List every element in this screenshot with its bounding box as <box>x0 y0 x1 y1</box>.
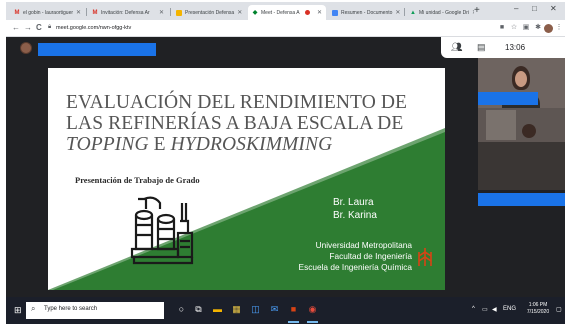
background-wall <box>486 110 516 140</box>
browser-toolbar: ← → C 🔒︎ meet.google.com/nwn-ofgg-ktv ■ … <box>6 20 565 37</box>
refinery-icon <box>130 196 194 265</box>
task-view-icon[interactable]: ⧉ <box>193 304 204 315</box>
presenter-name-redacted <box>38 43 156 56</box>
windows-start-icon[interactable]: ⊞ <box>14 305 22 316</box>
calculator-icon[interactable]: ▦ <box>231 304 242 315</box>
close-window-button[interactable]: ✕ <box>550 4 557 13</box>
chrome-icon[interactable]: ◉ <box>307 304 318 315</box>
avatar <box>20 42 32 54</box>
institution: Universidad Metropolitana Facultad de In… <box>238 240 412 273</box>
gmail-icon: M <box>92 9 98 16</box>
minimize-button[interactable]: – <box>514 4 518 13</box>
forward-button[interactable]: → <box>24 23 32 32</box>
title-topping: TOPPING <box>66 134 149 155</box>
close-icon[interactable]: ✕ <box>395 9 400 16</box>
clock-date: 7/15/2020 <box>526 309 550 315</box>
tab-label: Resumen - Documento <box>341 9 393 16</box>
camera-icon[interactable]: ■ <box>498 24 506 32</box>
title-line-1: EVALUACIÓN DEL RENDIMIENTO DE <box>66 92 408 113</box>
tab-label: Invitación: Defensa Ar <box>101 9 150 16</box>
file-explorer-icon[interactable]: ▬ <box>212 304 223 315</box>
title-line-2: LAS REFINERÍAS A BAJA ESCALA DE <box>66 113 404 134</box>
tab-meet[interactable]: ◆ Meet - Defensa A ✕ <box>248 5 326 20</box>
meet-top-bar: 👥︎ ▤ 13:06 <box>441 37 565 58</box>
notifications-icon[interactable]: ▢ <box>556 306 562 313</box>
menu-icon[interactable]: ⋮ <box>555 24 563 32</box>
university-logo <box>418 248 432 266</box>
title-conjunction: E <box>148 134 171 155</box>
participant-video-2[interactable] <box>478 108 565 144</box>
meeting-time: 13:06 <box>505 43 526 52</box>
tab-gmail-inbox[interactable]: M el gobin - lauraortiguer ✕ <box>10 5 84 20</box>
participant-video-3[interactable] <box>478 142 565 190</box>
slide-title: EVALUACIÓN DEL RENDIMIENTO DE LAS REFINE… <box>66 92 441 155</box>
close-icon[interactable]: ✕ <box>237 9 242 16</box>
office-icon[interactable]: ■ <box>288 304 299 315</box>
store-icon[interactable]: ◫ <box>250 304 261 315</box>
author-2: Br. Karina <box>333 210 377 221</box>
participant-silhouette <box>522 124 536 138</box>
close-icon[interactable]: ✕ <box>159 9 164 16</box>
tab-slides[interactable]: Presentación Defensa ✕ <box>172 5 246 20</box>
taskbar-clock[interactable]: 1:06 PM 7/15/2020 <box>521 302 555 316</box>
participant-face <box>515 71 527 87</box>
clock-time: 1:06 PM <box>528 302 548 308</box>
faculty-name: Facultad de Ingeniería <box>329 251 412 261</box>
tray-up-arrow-icon[interactable]: ^ <box>472 306 475 312</box>
maximize-button[interactable]: □ <box>532 4 537 13</box>
reload-button[interactable]: C <box>36 23 42 32</box>
browser-tab-strip: M el gobin - lauraortiguer ✕ M Invitació… <box>6 2 565 20</box>
docs-icon <box>332 9 338 16</box>
back-button[interactable]: ← <box>12 23 20 32</box>
title-hydroskimming: HYDROSKIMMING <box>170 134 333 155</box>
extension-icon[interactable]: ▣ <box>522 24 530 32</box>
slides-icon <box>176 9 182 16</box>
tab-gmail-invitation[interactable]: M Invitación: Defensa Ar ✕ <box>88 5 168 20</box>
participants-icon[interactable]: 👥︎ <box>451 42 462 53</box>
close-icon[interactable]: ✕ <box>76 9 81 16</box>
volume-icon[interactable]: ◀ <box>492 306 497 313</box>
participant-name-redacted <box>478 92 538 105</box>
tab-label: Mi unidad - Google Dri <box>419 9 470 16</box>
mail-icon[interactable]: ✉ <box>269 304 280 315</box>
tab-docs[interactable]: Resumen - Documento ✕ <box>328 5 402 20</box>
search-icon: ⌕ <box>31 304 36 313</box>
title-line-3: TOPPING E HYDROSKIMMING <box>66 134 441 155</box>
taskbar-search-input[interactable]: ⌕ Type here to search <box>26 302 164 319</box>
gmail-icon: M <box>14 9 20 16</box>
recording-icon <box>304 10 310 15</box>
close-icon[interactable]: ✕ <box>317 9 322 16</box>
meet-icon: ◆ <box>252 9 258 16</box>
windows-taskbar: ⊞ ⌕ Type here to search ○ ⧉ ▬ ▦ ◫ ✉ ■ ◉ … <box>6 297 565 324</box>
slide-subtitle: Presentación de Trabajo de Grado <box>75 175 200 185</box>
meet-call-area: 👥︎ ▤ 13:06 EVALUACIÓN DEL RENDIMIENTO DE… <box>6 37 565 297</box>
screen: M el gobin - lauraortiguer ✕ M Invitació… <box>6 2 565 324</box>
author-1: Br. Laura <box>333 197 374 208</box>
chat-icon[interactable]: ▤ <box>477 42 486 53</box>
new-tab-button[interactable]: + <box>474 5 480 16</box>
school-name: Escuela de Ingeniería Química <box>298 262 412 272</box>
authors: Br. Laura Br. Karina <box>333 196 433 222</box>
search-placeholder: Type here to search <box>44 306 98 312</box>
tab-label: Presentación Defensa <box>185 9 235 16</box>
cortana-icon[interactable]: ○ <box>176 304 187 315</box>
language-indicator[interactable]: ENG <box>503 306 516 312</box>
address-bar[interactable]: meet.google.com/nwn-ofgg-ktv <box>56 25 131 31</box>
drive-icon: ▲ <box>410 9 416 16</box>
lock-icon: 🔒︎ <box>48 24 52 30</box>
bookmark-star-icon[interactable]: ☆ <box>510 24 518 32</box>
puzzle-icon[interactable]: ✱ <box>534 24 542 32</box>
tab-label: Meet - Defensa A <box>261 9 300 16</box>
network-icon[interactable]: ▭ <box>482 306 488 313</box>
participant-name-redacted <box>478 193 565 206</box>
tab-label: el gobin - lauraortiguer <box>23 9 74 16</box>
tab-drive[interactable]: ▲ Mi unidad - Google Dri ✕ <box>406 5 474 20</box>
profile-avatar[interactable] <box>544 24 553 33</box>
university-name: Universidad Metropolitana <box>315 240 412 250</box>
presentation-slide: EVALUACIÓN DEL RENDIMIENTO DE LAS REFINE… <box>48 68 445 290</box>
